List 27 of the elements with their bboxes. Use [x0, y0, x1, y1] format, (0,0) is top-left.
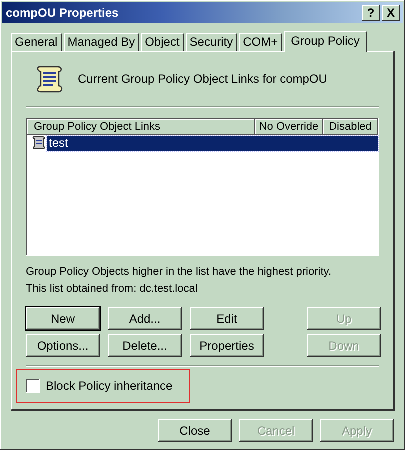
checkbox[interactable]	[26, 379, 40, 393]
window-title: compOU Properties	[6, 6, 119, 20]
dialog-button[interactable]: Delete...	[108, 334, 182, 357]
list-item[interactable]: test	[47, 136, 378, 150]
tab[interactable]: Managed By	[64, 33, 140, 51]
tab[interactable]: Security	[186, 33, 238, 51]
dialog-button[interactable]: New	[26, 307, 100, 330]
column-header[interactable]: Group Policy Object Links	[27, 119, 255, 135]
links-list[interactable]: Group Policy Object Links No Override Disabled test	[26, 118, 379, 256]
tab[interactable]: General	[11, 33, 62, 51]
dialog-button[interactable]: Add...	[108, 307, 182, 330]
checkbox-label[interactable]: Block Policy inheritance	[46, 379, 173, 393]
dialog-button[interactable]: Options...	[26, 334, 100, 357]
info-text: Group Policy Objects higher in the list have the highest priority.	[26, 265, 333, 280]
help-button[interactable]: ?	[362, 4, 380, 20]
heading-text: Current Group Policy Object Links for compOU	[78, 72, 328, 86]
dialog-button[interactable]: Edit	[190, 307, 264, 330]
tab[interactable]: COM+	[239, 33, 282, 51]
dialog-button[interactable]: Properties	[190, 334, 264, 357]
dialog-button[interactable]: Close	[158, 419, 232, 442]
window-close-button[interactable]: X	[382, 4, 400, 20]
column-header[interactable]: No Override	[255, 119, 323, 135]
tab[interactable]: Group Policy	[284, 31, 367, 52]
tab[interactable]: Object	[141, 33, 184, 51]
column-header[interactable]: Disabled	[323, 119, 378, 135]
info-text: This list obtained from: dc.test.local	[26, 282, 199, 297]
scroll-icon	[31, 135, 47, 151]
